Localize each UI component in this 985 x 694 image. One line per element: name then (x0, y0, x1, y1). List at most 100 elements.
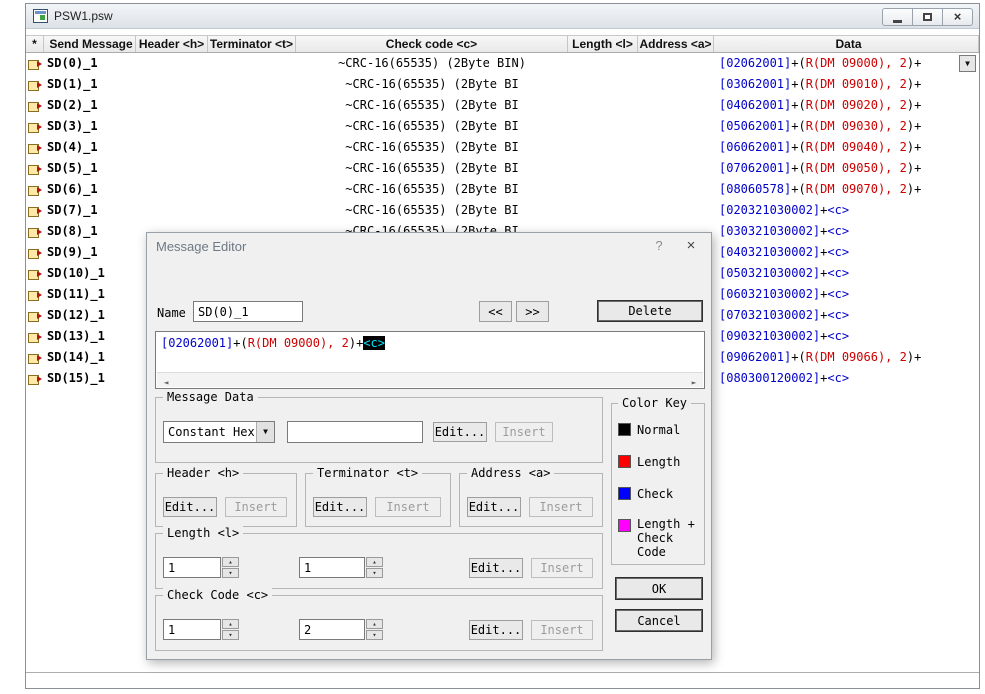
check-code-edit-button[interactable]: Edit... (469, 620, 523, 640)
table-row[interactable]: SD(5)_1 ~CRC-16(65535) (2Byte BI [070620… (26, 158, 979, 179)
close-button[interactable]: × (942, 8, 973, 26)
send-message-name[interactable]: SD(11)_1 (44, 284, 136, 305)
send-message-name[interactable]: SD(10)_1 (44, 263, 136, 284)
spin-up-icon[interactable] (366, 619, 383, 629)
data-type-select[interactable]: Constant Hex (163, 421, 275, 443)
address-edit-button[interactable]: Edit... (467, 497, 521, 517)
send-message-name[interactable]: SD(7)_1 (44, 200, 136, 221)
data-dropdown-button[interactable] (959, 55, 976, 72)
table-row[interactable]: SD(4)_1 ~CRC-16(65535) (2Byte BI [060620… (26, 137, 979, 158)
minimize-button[interactable] (882, 8, 913, 26)
send-message-name[interactable]: SD(3)_1 (44, 116, 136, 137)
maximize-button[interactable] (912, 8, 943, 26)
send-message-icon (28, 205, 42, 217)
column-header-send-message[interactable]: Send Message (44, 36, 136, 52)
send-message-icon (28, 247, 42, 259)
table-row[interactable]: SD(3)_1 ~CRC-16(65535) (2Byte BI [050620… (26, 116, 979, 137)
message-data-group-label: Message Data (163, 390, 258, 404)
previous-button[interactable]: << (479, 301, 512, 322)
send-message-name[interactable]: SD(4)_1 (44, 137, 136, 158)
next-button[interactable]: >> (516, 301, 549, 322)
spin-down-icon[interactable] (222, 630, 239, 640)
table-row[interactable]: SD(6)_1 ~CRC-16(65535) (2Byte BI [080605… (26, 179, 979, 200)
column-header-header[interactable]: Header <h> (136, 36, 208, 52)
data-cell[interactable]: [030321030002]+<c> (714, 221, 979, 242)
check-code-spinner-2[interactable] (366, 619, 383, 640)
data-cell[interactable]: [040321030002]+<c> (714, 242, 979, 263)
text-segment: [090321030002] (719, 329, 820, 343)
window-titlebar[interactable]: PSW1.psw × (26, 4, 979, 29)
send-message-name[interactable]: SD(1)_1 (44, 74, 136, 95)
scroll-right-icon[interactable] (687, 374, 701, 386)
spin-down-icon[interactable] (366, 630, 383, 640)
check-code-value-2[interactable] (299, 619, 365, 640)
check-code-spinner-1[interactable] (222, 619, 239, 640)
length-edit-button[interactable]: Edit... (469, 558, 523, 578)
spin-down-icon[interactable] (222, 568, 239, 578)
data-cell[interactable]: [050321030002]+<c> (714, 263, 979, 284)
dialog-close-button[interactable]: × (677, 235, 705, 256)
column-header-address[interactable]: Address <a> (638, 36, 714, 52)
data-cell[interactable]: [02062001]+(R(DM 09000), 2)+ (714, 53, 979, 74)
column-header-terminator[interactable]: Terminator <t> (208, 36, 296, 52)
color-swatch-check (618, 487, 631, 500)
data-cell[interactable]: [020321030002]+<c> (714, 200, 979, 221)
column-header-check-code[interactable]: Check code <c> (296, 36, 568, 52)
send-message-name[interactable]: SD(0)_1 (44, 53, 136, 74)
data-cell[interactable]: [05062001]+(R(DM 09030), 2)+ (714, 116, 979, 137)
check-code-cell: ~CRC-16(65535) (2Byte BI (296, 179, 568, 200)
data-cell[interactable]: [060321030002]+<c> (714, 284, 979, 305)
header-edit-button[interactable]: Edit... (163, 497, 217, 517)
check-code-cell: ~CRC-16(65535) (2Byte BI (296, 158, 568, 179)
chevron-down-icon[interactable] (256, 422, 274, 442)
check-code-value-1[interactable] (163, 619, 221, 640)
data-cell[interactable]: [03062001]+(R(DM 09010), 2)+ (714, 74, 979, 95)
send-message-name[interactable]: SD(6)_1 (44, 179, 136, 200)
column-header-data[interactable]: Data (714, 36, 979, 52)
help-button[interactable]: ? (645, 235, 673, 256)
length-value-1[interactable] (163, 557, 221, 578)
scroll-left-icon[interactable] (159, 374, 173, 386)
message-preview[interactable]: [02062001]+(R(DM 09000), 2)+<c> (155, 331, 705, 389)
length-spinner-2[interactable] (366, 557, 383, 578)
message-data-input[interactable] (287, 421, 423, 443)
terminator-edit-button[interactable]: Edit... (313, 497, 367, 517)
spin-down-icon[interactable] (366, 568, 383, 578)
table-row[interactable]: SD(2)_1 ~CRC-16(65535) (2Byte BI [040620… (26, 95, 979, 116)
ok-button[interactable]: OK (615, 577, 703, 600)
table-row[interactable]: SD(0)_1 ~CRC-16(65535) (2Byte BIN) [0206… (26, 53, 979, 74)
table-row[interactable]: SD(7)_1 ~CRC-16(65535) (2Byte BI [020321… (26, 200, 979, 221)
horizontal-scrollbar[interactable] (157, 372, 703, 387)
cancel-button[interactable]: Cancel (615, 609, 703, 632)
send-message-name[interactable]: SD(15)_1 (44, 368, 136, 389)
data-cell[interactable]: [09062001]+(R(DM 09066), 2)+ (714, 347, 979, 368)
length-value-2[interactable] (299, 557, 365, 578)
data-cell[interactable]: [04062001]+(R(DM 09020), 2)+ (714, 95, 979, 116)
column-header-length[interactable]: Length <l> (568, 36, 638, 52)
send-message-name[interactable]: SD(12)_1 (44, 305, 136, 326)
data-cell[interactable]: [080300120002]+<c> (714, 368, 979, 389)
table-row[interactable]: SD(1)_1 ~CRC-16(65535) (2Byte BI [030620… (26, 74, 979, 95)
send-message-name[interactable]: SD(14)_1 (44, 347, 136, 368)
message-data-edit-button[interactable]: Edit... (433, 422, 487, 442)
text-segment: )+ (907, 161, 921, 175)
send-message-icon (28, 184, 42, 196)
column-header-star[interactable]: * (26, 36, 44, 52)
spin-up-icon[interactable] (366, 557, 383, 567)
data-cell[interactable]: [070321030002]+<c> (714, 305, 979, 326)
spin-up-icon[interactable] (222, 557, 239, 567)
name-input[interactable] (193, 301, 303, 322)
data-cell[interactable]: [07062001]+(R(DM 09050), 2)+ (714, 158, 979, 179)
data-cell[interactable]: [06062001]+(R(DM 09040), 2)+ (714, 137, 979, 158)
delete-button[interactable]: Delete (597, 300, 703, 322)
spin-up-icon[interactable] (222, 619, 239, 629)
send-message-name[interactable]: SD(8)_1 (44, 221, 136, 242)
data-cell[interactable]: [08060578]+(R(DM 09070), 2)+ (714, 179, 979, 200)
send-message-name[interactable]: SD(5)_1 (44, 158, 136, 179)
length-spinner-1[interactable] (222, 557, 239, 578)
send-message-name[interactable]: SD(2)_1 (44, 95, 136, 116)
data-cell[interactable]: [090321030002]+<c> (714, 326, 979, 347)
dialog-titlebar[interactable]: Message Editor ? × (147, 233, 711, 259)
send-message-name[interactable]: SD(13)_1 (44, 326, 136, 347)
send-message-name[interactable]: SD(9)_1 (44, 242, 136, 263)
